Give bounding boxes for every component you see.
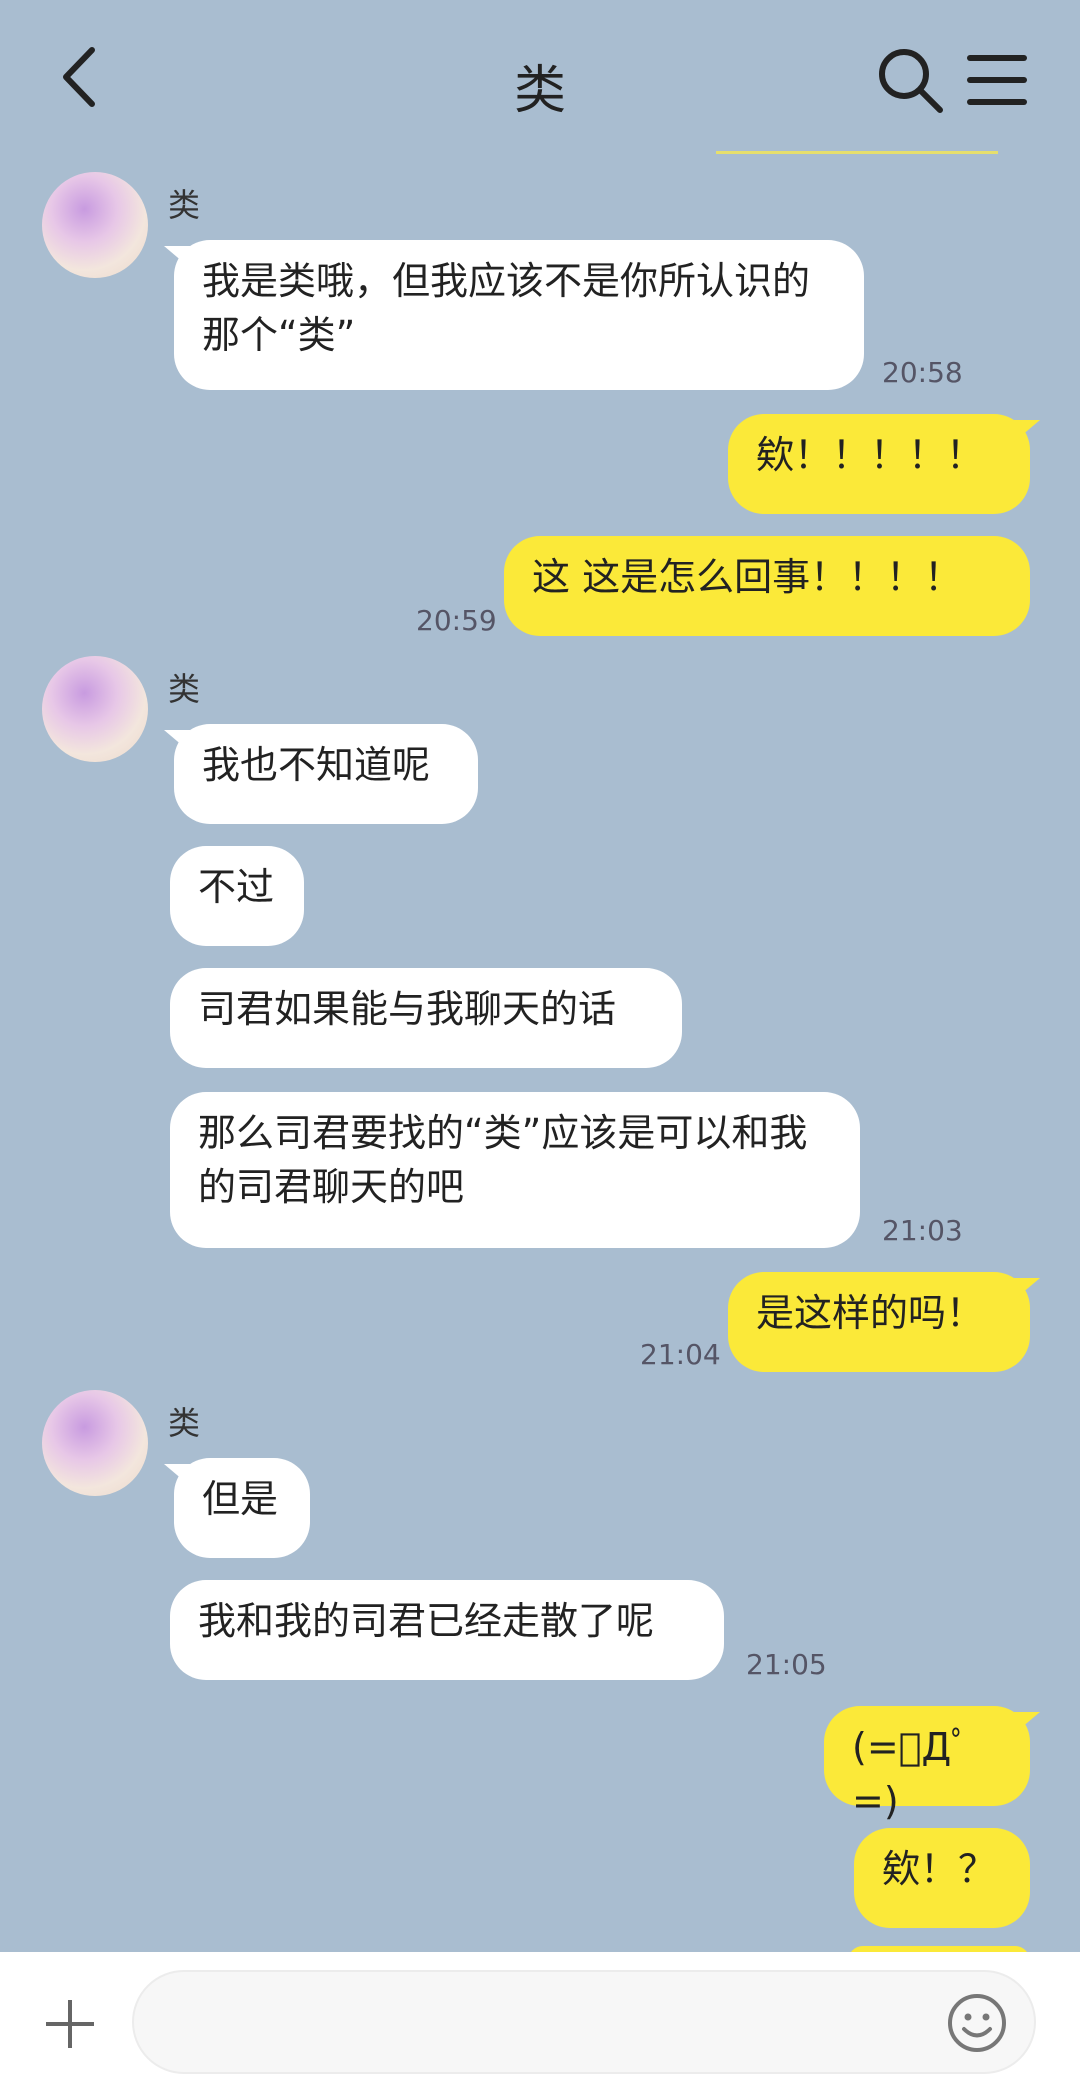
incoming-message[interactable]: 司君如果能与我聊天的话 bbox=[170, 968, 682, 1068]
incoming-message[interactable]: 我是类哦，但我应该不是你所认识的那个“类” bbox=[164, 240, 864, 390]
outgoing-message[interactable]: 欸！！！！！ bbox=[728, 414, 1040, 514]
search-icon bbox=[879, 49, 943, 113]
emoji-button[interactable] bbox=[946, 1992, 1008, 2054]
avatar[interactable] bbox=[42, 656, 148, 762]
incoming-message[interactable]: 那么司君要找的“类”应该是可以和我的司君聊天的吧 bbox=[170, 1092, 860, 1248]
outgoing-message[interactable]: (=ﾟДﾟ=) bbox=[824, 1706, 1040, 1823]
sender-name: 类 bbox=[168, 186, 201, 224]
message-composer bbox=[0, 1952, 1080, 2090]
attach-button[interactable] bbox=[40, 1994, 100, 2054]
message-time: 20:59 bbox=[416, 604, 497, 637]
incoming-message[interactable]: 我也不知道呢 bbox=[164, 724, 478, 824]
search-button[interactable] bbox=[876, 46, 946, 116]
message-time: 21:04 bbox=[640, 1338, 721, 1371]
menu-icon bbox=[967, 55, 1027, 105]
chat-header: 类 bbox=[0, 0, 1080, 160]
incoming-message[interactable]: 我和我的司君已经走散了呢 bbox=[170, 1580, 724, 1680]
outgoing-message[interactable]: 是这样的吗！ bbox=[728, 1272, 1040, 1372]
outgoing-message[interactable]: 这 这是怎么回事！！！！ bbox=[504, 536, 1030, 636]
emoji-icon bbox=[948, 1994, 1006, 2052]
incoming-message[interactable]: 但是 bbox=[164, 1458, 310, 1558]
message-input[interactable] bbox=[132, 1970, 1036, 2074]
plus-icon bbox=[46, 2000, 94, 2048]
message-time: 20:58 bbox=[882, 356, 963, 389]
incoming-message[interactable]: 不过 bbox=[170, 846, 304, 946]
header-divider bbox=[716, 151, 998, 154]
avatar[interactable] bbox=[42, 172, 148, 278]
sender-name: 类 bbox=[168, 670, 201, 708]
message-time: 21:05 bbox=[746, 1648, 827, 1681]
menu-button[interactable] bbox=[964, 50, 1030, 110]
outgoing-message[interactable]: 欸！？ bbox=[854, 1828, 1030, 1928]
message-time: 21:03 bbox=[882, 1214, 963, 1247]
sender-name: 类 bbox=[168, 1404, 201, 1442]
avatar[interactable] bbox=[42, 1390, 148, 1496]
